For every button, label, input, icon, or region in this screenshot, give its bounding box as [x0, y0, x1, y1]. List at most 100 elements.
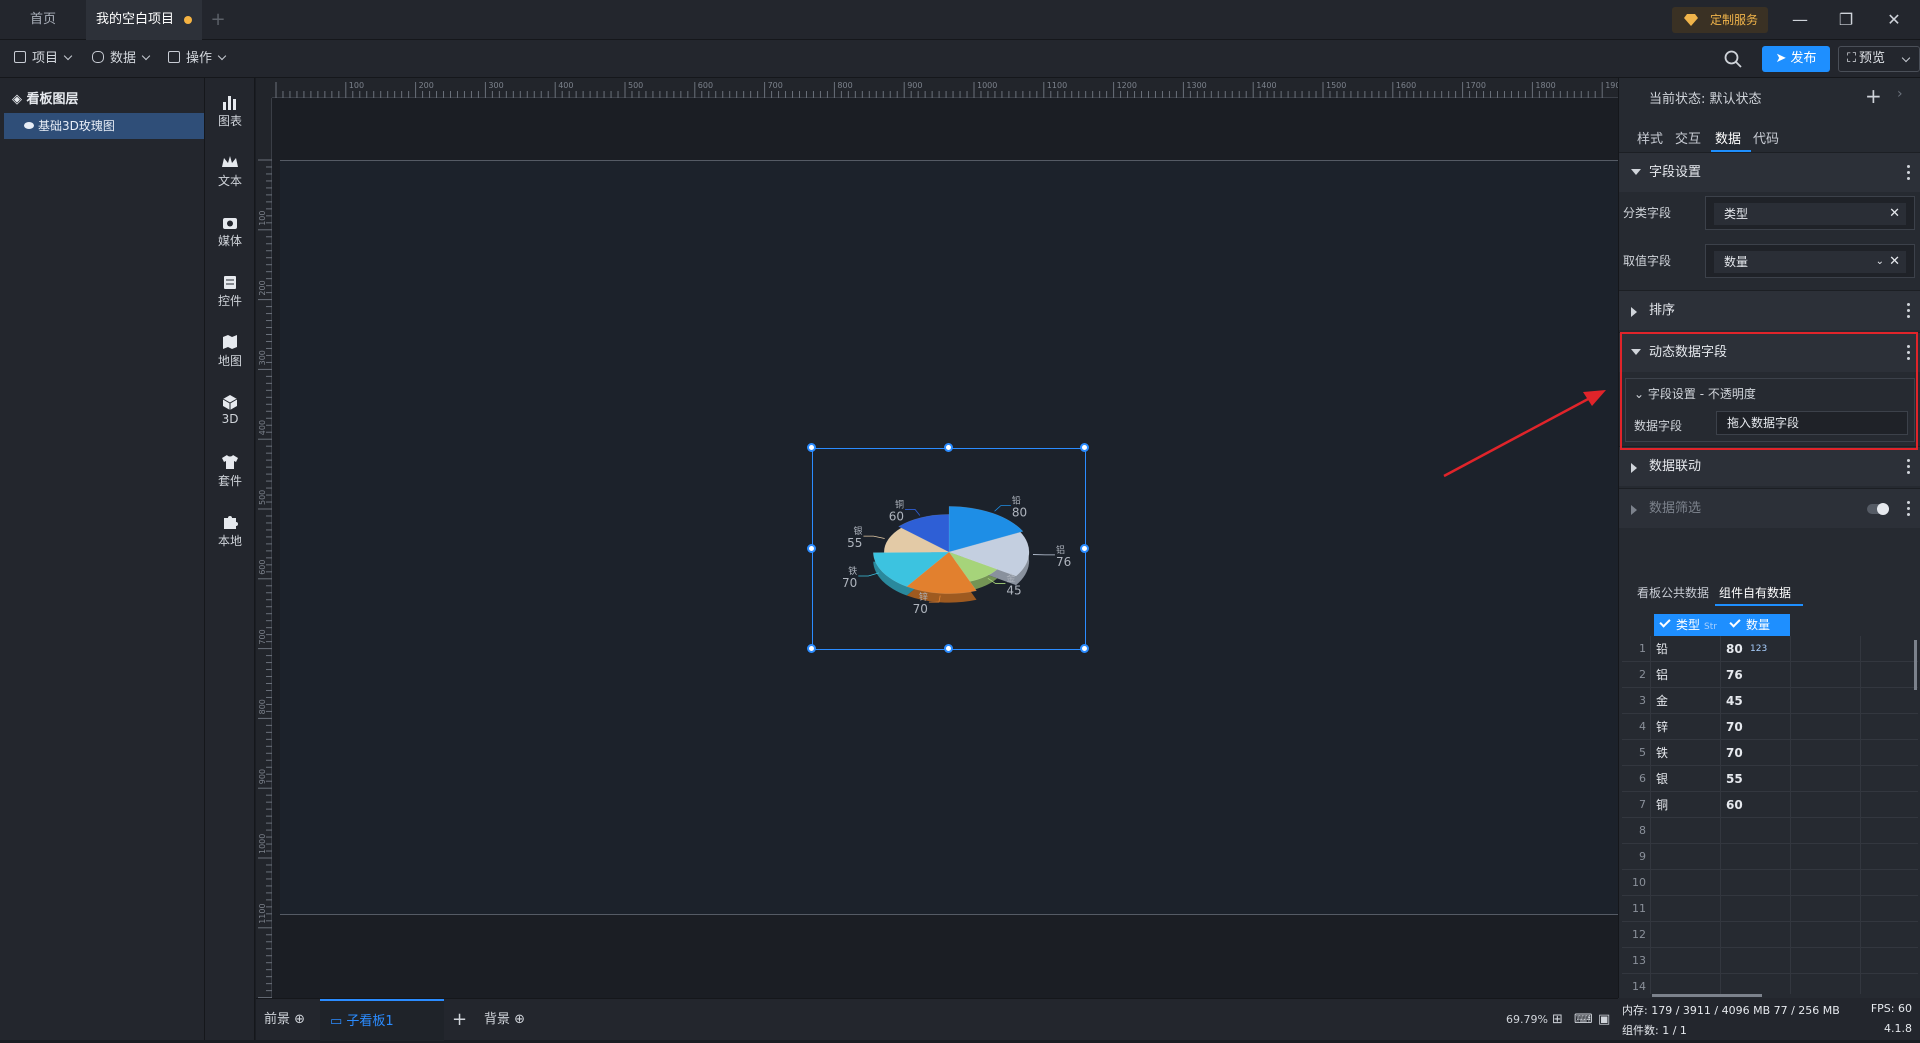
table-row[interactable]: 4锌70 — [1622, 714, 1918, 740]
search-icon[interactable] — [1724, 50, 1742, 68]
table-row[interactable]: 3金45 — [1622, 688, 1918, 714]
add-state-button[interactable]: + — [1865, 84, 1882, 108]
resize-handle[interactable] — [944, 644, 953, 653]
zoom-level[interactable]: 69.79% — [1506, 999, 1548, 1041]
filter-toggle[interactable] — [1867, 504, 1889, 514]
component-local[interactable]: 本地 — [205, 508, 255, 558]
tab-project[interactable]: 我的空白项目 — [86, 0, 202, 40]
section-field-settings[interactable]: 字段设置 — [1619, 152, 1920, 192]
value-field-chip[interactable]: 数量⌄✕ — [1714, 251, 1906, 273]
table-row[interactable]: 5铁70 — [1622, 740, 1918, 766]
cell-type[interactable]: 锌 — [1656, 714, 1668, 740]
component-map[interactable]: 地图 — [205, 328, 255, 378]
back-layer-tab[interactable]: 背景 ⊕ — [484, 999, 525, 1041]
tab-public-data[interactable]: 看板公共数据 — [1637, 584, 1709, 601]
close-icon[interactable]: ✕ — [1889, 203, 1900, 225]
cell-value[interactable]: 76 — [1726, 662, 1743, 688]
resize-handle[interactable] — [1080, 644, 1089, 653]
tab-home[interactable]: 首页 — [0, 0, 86, 40]
category-field-dropzone[interactable]: 类型✕ — [1705, 196, 1915, 230]
front-layer-tab[interactable]: 前景 ⊕ — [264, 999, 305, 1041]
cell-value[interactable]: 60 — [1726, 792, 1743, 818]
cell-value[interactable]: 80 — [1726, 636, 1743, 662]
table-row[interactable]: 12 — [1622, 922, 1918, 948]
tab-interaction[interactable]: 交互 — [1675, 128, 1701, 147]
cell-value[interactable]: 70 — [1726, 740, 1743, 766]
layer-item[interactable]: 基础3D玫瑰图 — [4, 113, 204, 139]
resize-handle[interactable] — [1080, 544, 1089, 553]
close-icon[interactable]: ✕ — [1889, 251, 1900, 273]
close-window-button[interactable]: ✕ — [1874, 0, 1914, 40]
component-3d[interactable]: 3D — [205, 388, 255, 438]
minimize-button[interactable]: — — [1780, 0, 1820, 40]
menu-data[interactable]: 数据 — [92, 40, 149, 78]
tab-own-data[interactable]: 组件自有数据 — [1719, 584, 1791, 601]
table-scrollbar[interactable] — [1914, 640, 1917, 690]
more-icon[interactable] — [1907, 459, 1911, 475]
table-row[interactable]: 9 — [1622, 844, 1918, 870]
cell-type[interactable]: 金 — [1656, 688, 1668, 714]
section-data-linkage[interactable]: 数据联动 — [1619, 446, 1920, 486]
cell-type[interactable]: 铜 — [1656, 792, 1668, 818]
cell-type[interactable]: 银 — [1656, 766, 1668, 792]
component-control[interactable]: 控件 — [205, 268, 255, 318]
keyboard-icon[interactable]: ⌨ — [1574, 999, 1593, 1041]
tab-style[interactable]: 样式 — [1637, 128, 1663, 147]
preview-button[interactable]: ⛶预览 — [1838, 46, 1920, 72]
resize-handle[interactable] — [1080, 443, 1089, 452]
resize-handle[interactable] — [807, 644, 816, 653]
custom-service-button[interactable]: 定制服务 — [1672, 7, 1768, 33]
restore-button[interactable]: ❐ — [1826, 0, 1866, 40]
column-header-type[interactable]: 类型Str — [1654, 614, 1722, 636]
table-row[interactable]: 1铅80 — [1622, 636, 1918, 662]
eye-icon[interactable] — [24, 122, 34, 129]
cell-value[interactable]: 55 — [1726, 766, 1743, 792]
more-icon[interactable] — [1907, 501, 1911, 517]
add-tab-button[interactable]: + — [206, 8, 230, 32]
cell-type[interactable]: 铝 — [1656, 662, 1668, 688]
table-row[interactable]: 6银55 — [1622, 766, 1918, 792]
fit-screen-icon[interactable]: ⊞ — [1552, 999, 1563, 1041]
chevron-right-icon[interactable]: › — [1897, 86, 1903, 102]
menu-operation[interactable]: 操作 — [168, 40, 225, 78]
column-header-value[interactable]: 数量123 — [1724, 614, 1790, 636]
table-row[interactable]: 13 — [1622, 948, 1918, 974]
terminal-icon[interactable]: ▣ — [1598, 999, 1610, 1041]
cell-value[interactable]: 45 — [1726, 688, 1743, 714]
section-sort[interactable]: 排序 — [1619, 290, 1920, 330]
resize-handle[interactable] — [807, 544, 816, 553]
add-subboard-button[interactable]: + — [452, 999, 467, 1041]
component-chart[interactable]: 图表 — [205, 88, 255, 138]
more-icon[interactable] — [1907, 165, 1911, 181]
check-icon[interactable] — [1729, 616, 1740, 627]
cell-value[interactable]: 70 — [1726, 714, 1743, 740]
chevron-down-icon[interactable]: ⌄ — [1876, 251, 1884, 273]
value-field-dropzone[interactable]: 数量⌄✕ — [1705, 244, 1915, 278]
add-circle-icon[interactable]: ⊕ — [294, 1012, 305, 1027]
component-kit[interactable]: 套件 — [205, 448, 255, 498]
state-value[interactable]: 默认状态 — [1710, 92, 1762, 107]
subboard-tab[interactable]: ▭ 子看板1 — [320, 999, 444, 1041]
more-icon[interactable] — [1907, 303, 1911, 319]
component-media[interactable]: 媒体 — [205, 208, 255, 258]
category-field-chip[interactable]: 类型✕ — [1714, 203, 1906, 225]
component-text[interactable]: 文本 — [205, 148, 255, 198]
tab-code[interactable]: 代码 — [1753, 128, 1779, 147]
publish-button[interactable]: ➤ 发布 — [1762, 46, 1830, 72]
table-horizontal-scrollbar[interactable] — [1652, 994, 1762, 997]
table-row[interactable]: 2铝76 — [1622, 662, 1918, 688]
table-row[interactable]: 8 — [1622, 818, 1918, 844]
table-row[interactable]: 10 — [1622, 870, 1918, 896]
check-icon[interactable] — [1659, 616, 1670, 627]
section-data-filter[interactable]: 数据筛选 — [1619, 488, 1920, 528]
table-row[interactable]: 7铜60 — [1622, 792, 1918, 818]
add-circle-icon[interactable]: ⊕ — [514, 1012, 525, 1027]
resize-handle[interactable] — [807, 443, 816, 452]
cell-type[interactable]: 铁 — [1656, 740, 1668, 766]
menu-project[interactable]: 项目 — [14, 40, 71, 78]
tab-data[interactable]: 数据 — [1715, 128, 1741, 147]
selection-box[interactable] — [812, 448, 1086, 650]
table-row[interactable]: 11 — [1622, 896, 1918, 922]
resize-handle[interactable] — [944, 443, 953, 452]
cell-type[interactable]: 铅 — [1656, 636, 1668, 662]
